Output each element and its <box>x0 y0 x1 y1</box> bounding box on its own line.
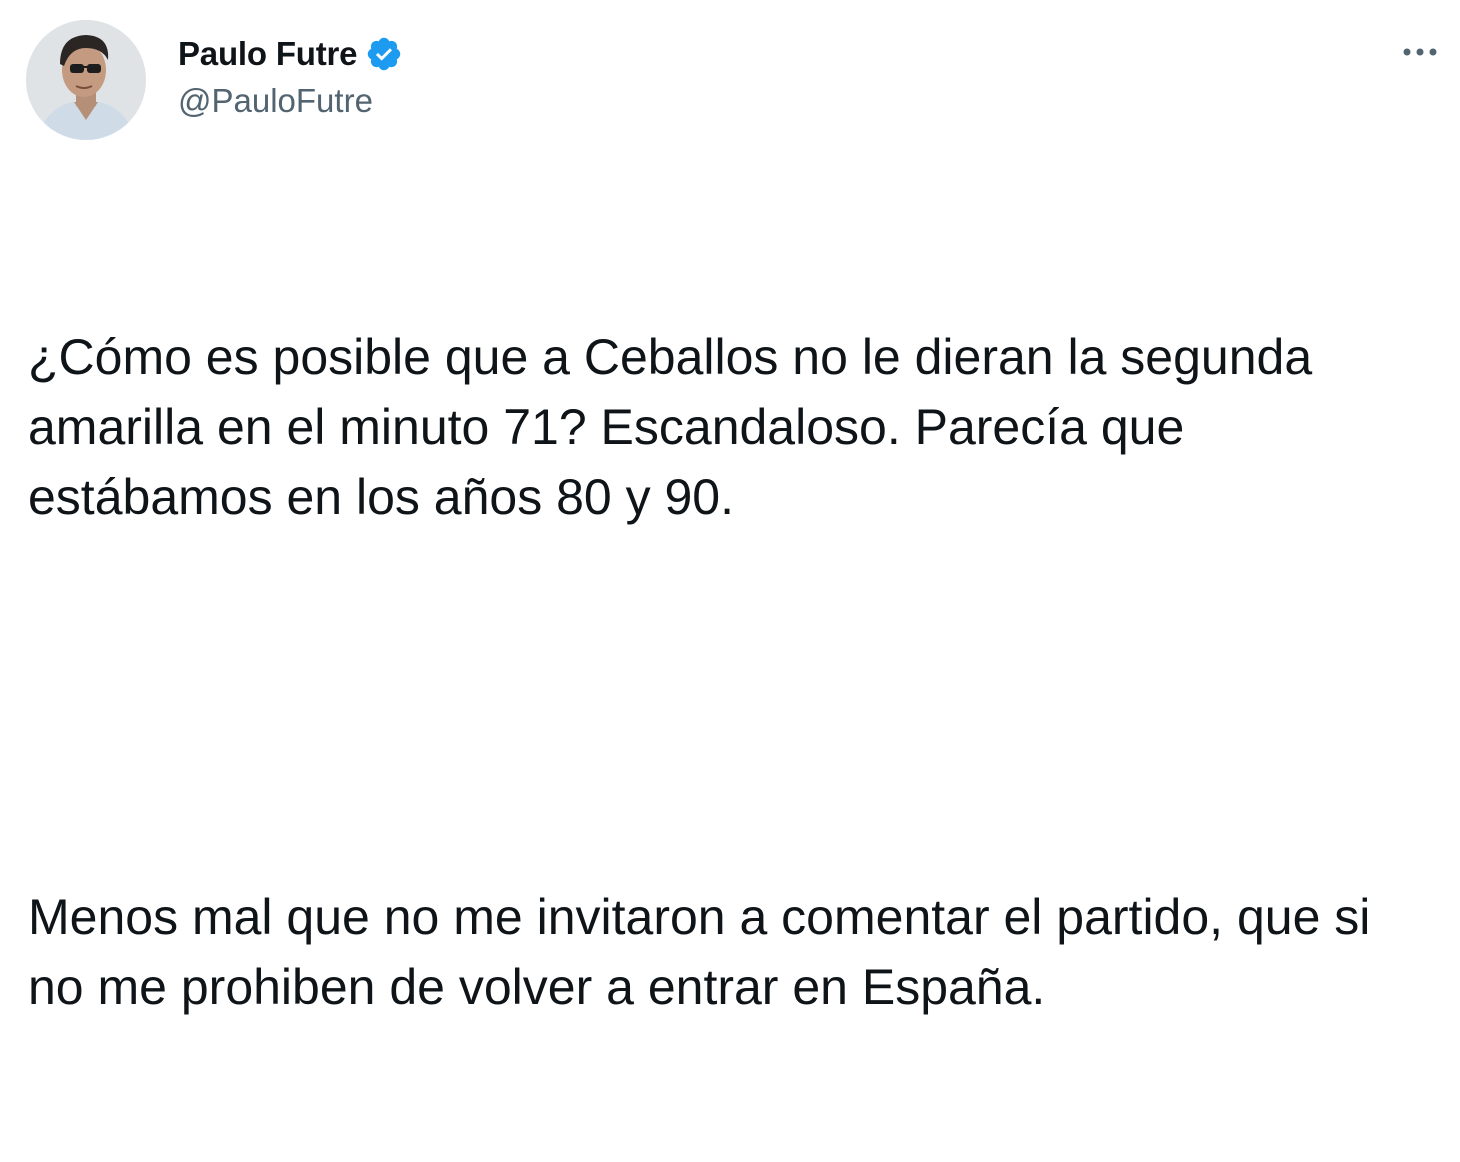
more-horizontal-icon <box>1403 48 1437 56</box>
avatar-image <box>26 20 146 140</box>
verified-badge-icon <box>365 35 403 73</box>
tweet-paragraph-1: ¿Cómo es posible que a Ceballos no le di… <box>28 329 1327 525</box>
more-options-button[interactable] <box>1398 34 1442 70</box>
name-row: Paulo Futre <box>178 32 403 76</box>
tweet-text: ¿Cómo es posible que a Ceballos no le di… <box>28 182 1438 1162</box>
tweet-paragraph-2: Menos mal que no me invitaron a comentar… <box>28 889 1385 1015</box>
author-info: Paulo Futre @PauloFutre <box>178 32 403 120</box>
tweet-card: Paulo Futre @PauloFutre ¿Cómo es posible… <box>0 0 1460 1015</box>
avatar[interactable] <box>26 20 146 140</box>
user-handle[interactable]: @PauloFutre <box>178 82 403 120</box>
display-name[interactable]: Paulo Futre <box>178 35 358 73</box>
